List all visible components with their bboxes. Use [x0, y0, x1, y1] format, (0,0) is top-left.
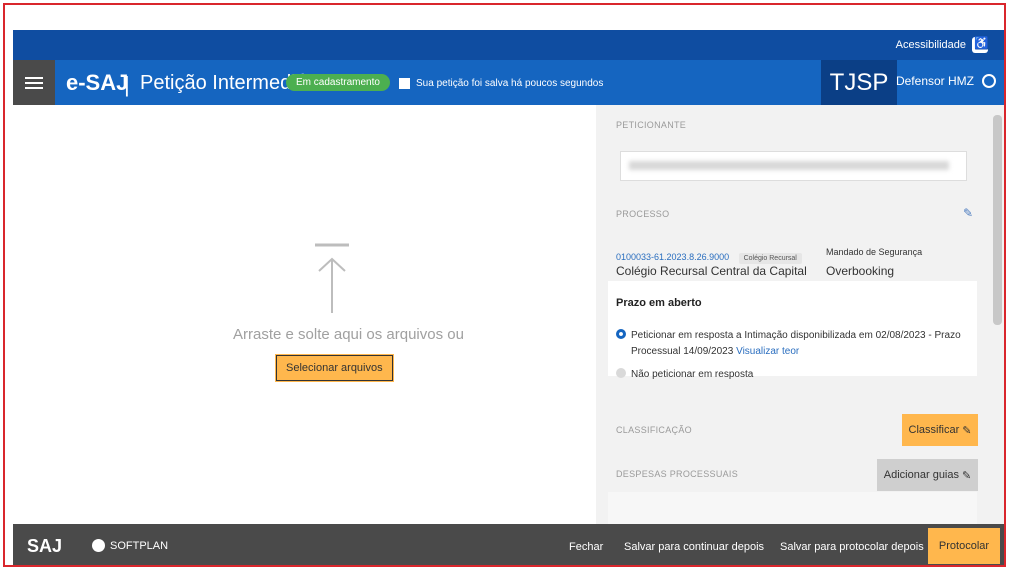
save-protocol-button[interactable]: Salvar para protocolar depois	[780, 541, 924, 553]
accessibility-link[interactable]: Acessibilidade	[896, 36, 989, 53]
saj-logo: SAJ	[27, 536, 63, 556]
side-panel: PETICIONANTE PROCESSO ✎ 0100033-61.2023.…	[596, 105, 1004, 524]
brand-logo: e-SAJ	[66, 70, 129, 95]
header: e-SAJ | Petição Intermediária Em cadastr…	[13, 60, 1004, 105]
file-dropzone[interactable]: Arraste e solte aqui os arquivos ou Sele…	[13, 105, 596, 524]
save-status: Sua petição foi salva há poucos segundos	[399, 78, 603, 89]
top-bar: Acessibilidade	[13, 30, 1004, 60]
footer: SAJ SOFTPLAN Fechar Salvar para continua…	[13, 524, 1004, 565]
pencil-icon[interactable]: ✎	[962, 424, 971, 437]
classify-button-label[interactable]: Classificar	[909, 424, 960, 436]
no-respond-option-label[interactable]: Não peticionar em resposta	[616, 367, 963, 383]
app-window: Acessibilidade e-SAJ | Petição Intermedi…	[3, 3, 1006, 567]
title-separator: |	[124, 72, 130, 97]
save-continue-button[interactable]: Salvar para continuar depois	[624, 541, 764, 553]
softplan-text: SOFTPLAN	[110, 539, 169, 552]
peticionante-section: PETICIONANTE	[608, 112, 977, 187]
classify-button[interactable]: Classificar ✎	[902, 414, 978, 446]
no-respond-option[interactable]: Não peticionar em resposta	[616, 367, 963, 383]
close-button[interactable]: Fechar	[569, 541, 603, 553]
despesas-content	[608, 492, 977, 524]
save-status-text: Sua petição foi salva há poucos segundos	[416, 78, 604, 89]
accessibility-label[interactable]: Acessibilidade	[896, 39, 966, 51]
user-menu[interactable]: Defensor HMZ	[896, 74, 996, 88]
process-type-value: Overbooking	[826, 264, 895, 278]
pencil-icon[interactable]: ✎	[962, 469, 971, 482]
protocol-button[interactable]: Protocolar	[928, 528, 1000, 564]
process-court: Colégio Recursal Central da Capital	[616, 264, 807, 278]
redacted-name	[629, 161, 949, 170]
softplan-icon	[92, 539, 105, 552]
peticionante-label: PETICIONANTE	[616, 120, 687, 130]
user-icon[interactable]	[982, 74, 996, 88]
classificacao-label: CLASSIFICAÇÃO	[616, 425, 692, 435]
accessibility-icon[interactable]	[972, 36, 989, 53]
radio-selected-icon[interactable]	[616, 329, 626, 339]
main-content: Arraste e solte aqui os arquivos ou Sele…	[13, 105, 1004, 524]
hamburger-icon[interactable]	[25, 74, 43, 92]
process-type-label: Mandado de Segurança	[826, 247, 923, 257]
court-chip: Colégio Recursal	[738, 253, 802, 264]
add-guides-button[interactable]: Adicionar guias ✎	[877, 459, 978, 491]
dropzone-text: Arraste e solte aqui os arquivos ou	[233, 326, 464, 343]
respond-option[interactable]: Peticionar em resposta a Intimação dispo…	[616, 328, 963, 360]
floppy-icon	[399, 78, 410, 89]
process-number-link[interactable]: 0100033-61.2023.8.26.9000	[616, 252, 729, 262]
process-number: 0100033-61.2023.8.26.9000 Colégio Recurs…	[616, 247, 802, 265]
user-name[interactable]: Defensor HMZ	[896, 74, 974, 88]
respond-option-label[interactable]: Peticionar em resposta a Intimação dispo…	[616, 328, 963, 360]
add-guides-label[interactable]: Adicionar guias	[884, 469, 959, 481]
softplan-logo: SOFTPLAN	[92, 539, 168, 552]
scrollbar[interactable]	[993, 115, 1002, 325]
select-files-button[interactable]: Selecionar arquivos	[276, 355, 393, 381]
despesas-label: DESPESAS PROCESSUAIS	[616, 469, 739, 479]
court-logo: TJSP	[821, 60, 897, 105]
view-content-link[interactable]: Visualizar teor	[736, 346, 799, 357]
peticionante-field[interactable]	[620, 151, 967, 181]
processo-label: PROCESSO	[616, 209, 670, 219]
upload-icon	[315, 243, 349, 313]
menu-button[interactable]	[13, 60, 55, 105]
radio-unselected-icon[interactable]	[616, 368, 626, 378]
deadline-title: Prazo em aberto	[616, 297, 702, 309]
status-badge: Em cadastramento	[286, 74, 390, 91]
edit-process-icon[interactable]: ✎	[963, 206, 973, 220]
